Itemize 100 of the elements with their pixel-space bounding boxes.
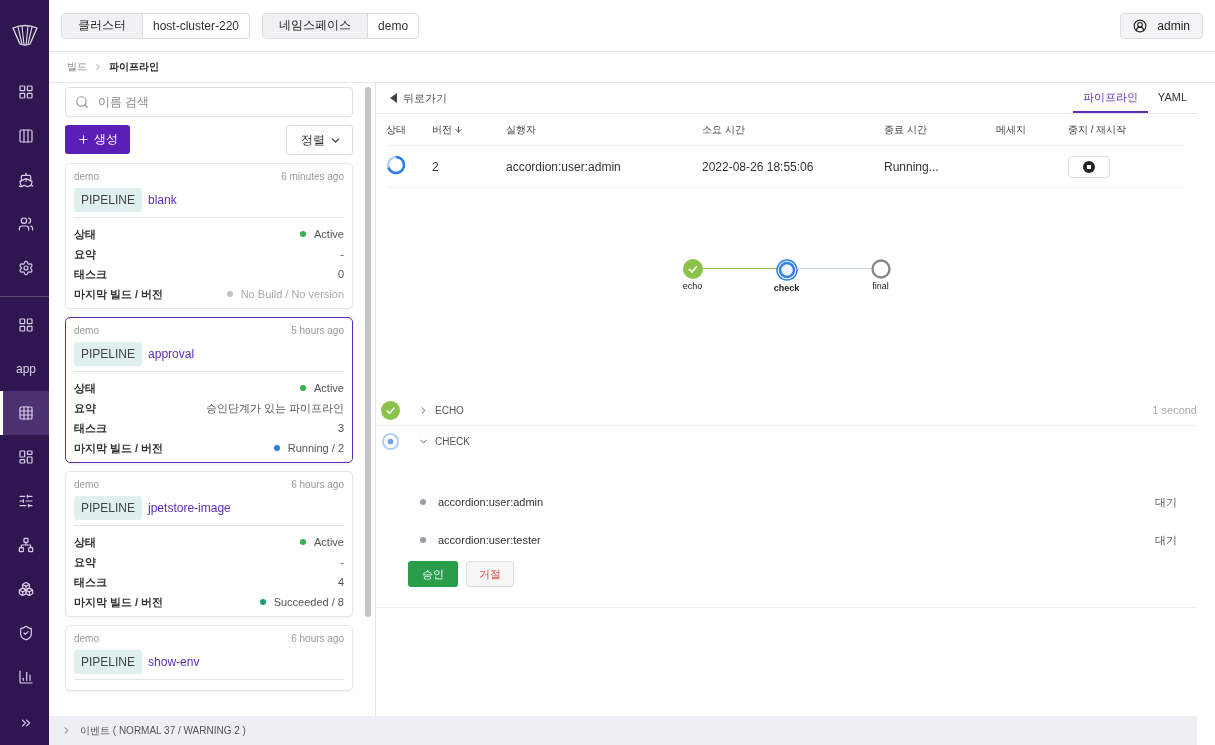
- type-tag: PIPELINE: [74, 342, 143, 366]
- events-bar[interactable]: 이벤트 ( NORMAL 37 / WARNING 2 ): [49, 716, 1197, 745]
- field-value: 3: [337, 422, 344, 434]
- view-tab[interactable]: 파이프라인: [1072, 83, 1148, 113]
- dashboard-icon: [18, 449, 34, 465]
- namespace-text: demo: [74, 325, 99, 336]
- search-field[interactable]: 이름 검색: [65, 87, 353, 117]
- type-tag: PIPELINE: [74, 188, 143, 212]
- pipeline-card[interactable]: demo 6 minutes ago PIPELINE blank 상태 Active 요약 - 태스크 0 마지막 빌드 / 버전 No Build / No version: [65, 163, 353, 309]
- breadcrumb-link[interactable]: 빌드: [67, 60, 87, 74]
- ship-icon: [18, 172, 34, 188]
- sort-button[interactable]: 정렬: [286, 125, 353, 155]
- context-selector[interactable]: 네임스페이스 demo: [262, 12, 420, 39]
- check-node-icon[interactable]: [682, 259, 703, 279]
- sidebar-item[interactable]: [0, 391, 49, 435]
- namespace-text: demo: [74, 479, 99, 490]
- ring-node-icon[interactable]: [870, 259, 891, 279]
- context-selector[interactable]: 클러스터 host-cluster-220: [61, 12, 251, 39]
- column-header[interactable]: 실행자: [506, 122, 702, 137]
- node-label: final: [872, 281, 889, 291]
- node-label: echo: [682, 281, 703, 291]
- field-label: 태스크: [74, 266, 107, 282]
- time-text: 6 minutes ago: [281, 171, 344, 182]
- field-label: 상태: [74, 226, 96, 242]
- field-value: Active: [300, 382, 344, 394]
- sort-down-icon: [454, 125, 463, 134]
- create-button[interactable]: 생성: [65, 125, 130, 154]
- field-value: No Build / No version: [226, 288, 344, 300]
- column-header[interactable]: 버전: [432, 122, 506, 137]
- field-label: 요약: [74, 554, 96, 570]
- sliders-icon: [18, 493, 34, 509]
- view-tab[interactable]: YAML: [1147, 83, 1197, 113]
- breadcrumb-link[interactable]: 파이프라인: [109, 60, 159, 74]
- field-label: 태스크: [74, 420, 107, 436]
- grid-icon: [18, 84, 34, 100]
- table-cell-text: 2: [432, 159, 440, 174]
- user-icon: [1133, 18, 1148, 33]
- pipeline-link[interactable]: show-env: [148, 655, 200, 669]
- user-button[interactable]: admin: [1120, 12, 1203, 39]
- column-header[interactable]: 종료 시간: [884, 122, 996, 137]
- table-cell-text: 2022-08-26 18:55:06: [702, 159, 815, 174]
- bar-chart-icon: [18, 669, 34, 685]
- approver-name: accordion:user:admin: [438, 496, 544, 508]
- pipeline-card[interactable]: demo 6 hours ago PIPELINE show-env: [65, 625, 353, 691]
- approval-state: 대기: [1155, 532, 1177, 548]
- pipeline-card[interactable]: demo 5 hours ago PIPELINE approval 상태 Active 요약 승인단계가 있는 파이프라인 태스크 3 마지막 빌드 / 버전 Running / 2: [65, 317, 353, 463]
- search-icon: [75, 95, 89, 109]
- field-label: 태스크: [74, 574, 107, 590]
- field-value: Succeeded / 8: [259, 596, 344, 608]
- column-header[interactable]: 중지 / 재시작: [1068, 122, 1185, 137]
- step-toggle[interactable]: CHECK: [418, 436, 470, 447]
- sidebar-item[interactable]: app: [0, 347, 49, 391]
- boxes-icon: [18, 581, 34, 597]
- selector-value: demo: [377, 17, 410, 35]
- grid-icon: [18, 317, 34, 333]
- field-label: 요약: [74, 246, 96, 262]
- approver-name: accordion:user:tester: [438, 534, 541, 546]
- scrollbar-thumb[interactable]: [365, 87, 371, 617]
- field-value: 승인단계가 있는 파이프라인: [205, 400, 344, 416]
- reject-button[interactable]: 거절: [466, 561, 514, 587]
- ring-node-icon[interactable]: [775, 259, 798, 281]
- time-text: 6 hours ago: [291, 633, 344, 644]
- field-value: -: [340, 556, 344, 568]
- step-toggle[interactable]: ECHO: [418, 404, 464, 416]
- pipeline-card[interactable]: demo 6 hours ago PIPELINE jpetstore-image 상태 Active 요약 - 태스크 4 마지막 빌드 / 버전 Succeeded / 8: [65, 471, 353, 617]
- time-text: 5 hours ago: [291, 325, 344, 336]
- type-tag: PIPELINE: [74, 650, 143, 674]
- pipeline-link[interactable]: blank: [148, 193, 177, 207]
- type-tag: PIPELINE: [74, 496, 143, 520]
- field-value: 0: [337, 268, 344, 280]
- bullet-icon: [420, 537, 426, 543]
- field-value: Active: [300, 536, 344, 548]
- plus-icon: [77, 133, 90, 146]
- approval-state: 대기: [1155, 494, 1177, 510]
- bullet-icon: [420, 499, 426, 505]
- time-text: 6 hours ago: [291, 479, 344, 490]
- column-header[interactable]: 상태: [386, 122, 432, 137]
- stop-button[interactable]: [1068, 155, 1110, 178]
- stop-icon: [1083, 160, 1095, 173]
- field-value: 4: [337, 576, 344, 588]
- back-triangle-icon: [390, 93, 397, 103]
- selector-label: 네임스페이스: [263, 13, 369, 38]
- field-value: Running / 2: [273, 442, 344, 454]
- field-label: 요약: [74, 400, 96, 416]
- users-icon: [18, 216, 34, 232]
- column-header[interactable]: 소요 시간: [702, 122, 884, 137]
- pipeline-link[interactable]: approval: [148, 347, 195, 361]
- table-cell-text: Running...: [884, 159, 940, 174]
- fan-logo-icon[interactable]: [10, 24, 39, 46]
- pipeline-link[interactable]: jpetstore-image: [148, 501, 231, 515]
- table-grid-icon: [18, 405, 34, 421]
- network-icon: [18, 537, 34, 553]
- columns-icon: [18, 128, 34, 144]
- namespace-text: demo: [74, 633, 99, 644]
- selector-value: host-cluster-220: [152, 17, 241, 35]
- column-header[interactable]: 메세지: [996, 122, 1068, 137]
- double-chevron-icon: [19, 716, 33, 730]
- field-label: 마지막 빌드 / 버전: [74, 594, 164, 610]
- back-link[interactable]: 뒤로가기: [390, 90, 447, 106]
- selector-label: 클러스터: [62, 13, 143, 38]
